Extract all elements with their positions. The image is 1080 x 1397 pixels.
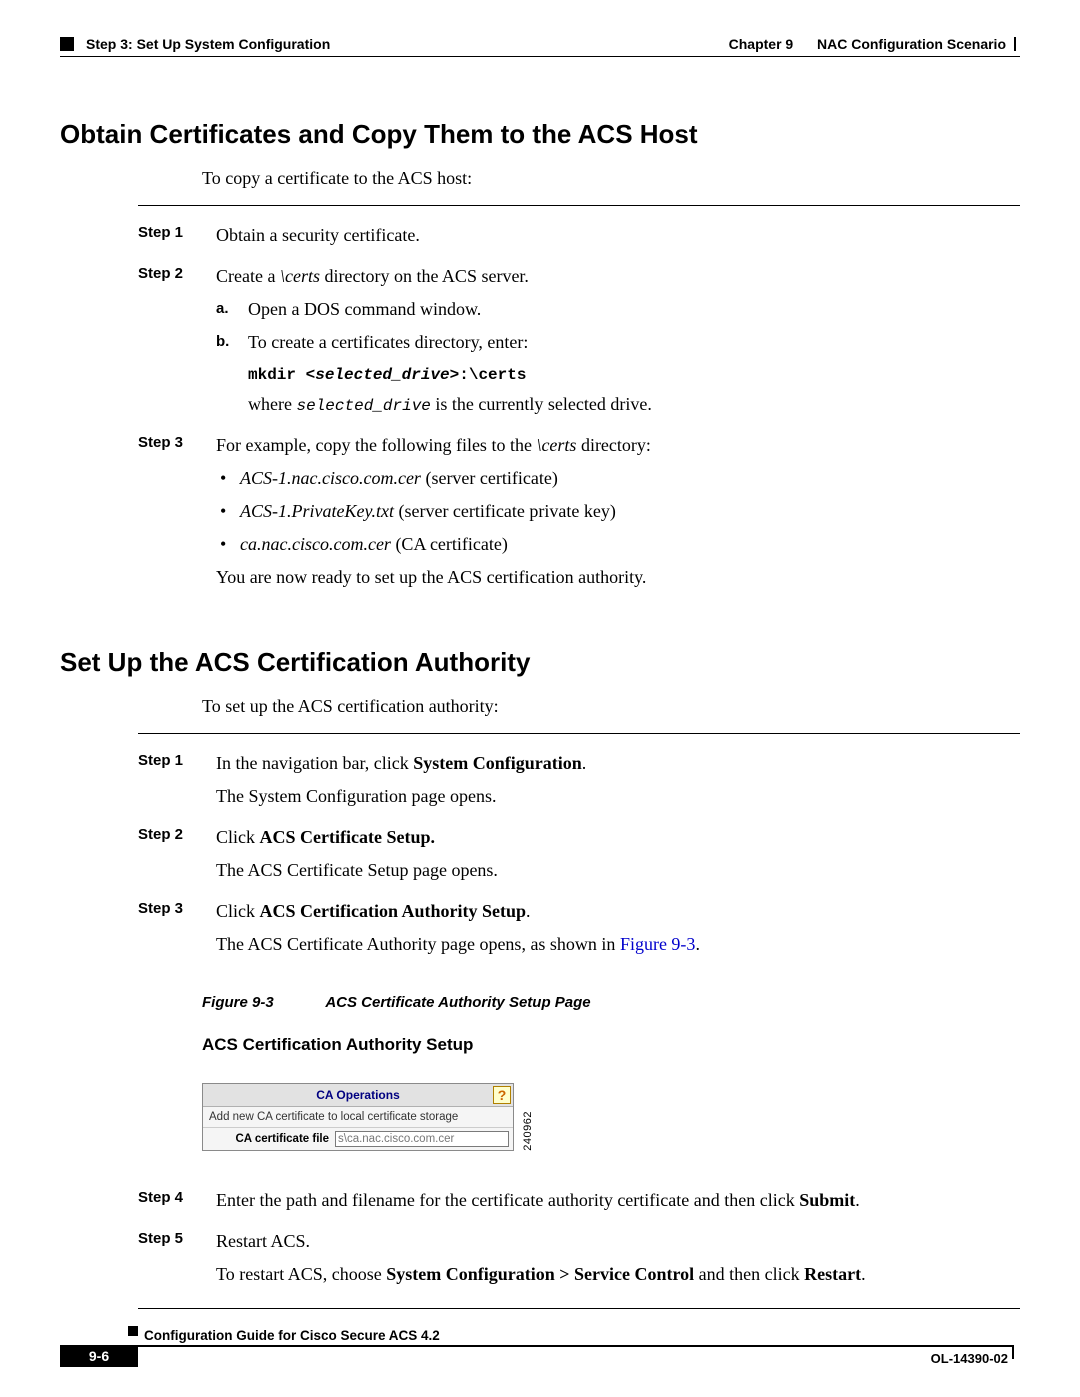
- figure-caption: Figure 9-3 ACS Certificate Authority Set…: [202, 994, 1020, 1011]
- section-heading-setup-ca: Set Up the ACS Certification Authority: [60, 647, 1020, 678]
- footer-end-marker-icon: [1012, 1345, 1020, 1359]
- figure-image-id: 240962: [522, 1111, 534, 1151]
- ca-panel-title: CA Operations ?: [203, 1084, 513, 1107]
- figure-link[interactable]: Figure 9-3: [620, 934, 696, 954]
- cert-file-item: ACS-1.nac.cisco.com.cer (server certific…: [216, 465, 1020, 492]
- step-row: Step 3 For example, copy the following f…: [138, 432, 1020, 597]
- s2-step3-result: The ACS Certificate Authority page opens…: [216, 931, 1020, 958]
- footer-guide-title: Configuration Guide for Cisco Secure ACS…: [144, 1328, 1020, 1343]
- step-label: Step 2: [138, 263, 194, 282]
- s2-step2-result: The ACS Certificate Setup page opens.: [216, 857, 1020, 884]
- mkdir-cmd-pre: mkdir <: [248, 366, 315, 384]
- step2-text: Create a \certs directory on the ACS ser…: [216, 263, 1020, 290]
- step-row: Step 2 Create a \certs directory on the …: [138, 263, 1020, 424]
- section-heading-obtain-certs: Obtain Certificates and Copy Them to the…: [60, 119, 1020, 150]
- step-label: Step 4: [138, 1187, 194, 1206]
- steps-top-rule-2: [138, 733, 1020, 734]
- figure-number: Figure 9-3: [202, 994, 274, 1011]
- ca-file-label: CA certificate file: [209, 1133, 335, 1145]
- help-icon[interactable]: ?: [493, 1086, 511, 1104]
- step-label: Step 3: [138, 898, 194, 917]
- step1-text: Obtain a security certificate.: [216, 222, 1020, 249]
- ui-heading: ACS Certification Authority Setup: [202, 1035, 1020, 1055]
- header-end-marker-icon: [1014, 37, 1020, 51]
- step-label: Step 1: [138, 222, 194, 241]
- header-chapter: Chapter 9: [729, 36, 794, 52]
- step-label: Step 1: [138, 750, 194, 769]
- page-header: Step 3: Set Up System Configuration Chap…: [60, 36, 1020, 52]
- footer-page-number: 9-6: [60, 1345, 138, 1367]
- step-row: Step 1 In the navigation bar, click Syst…: [138, 750, 1020, 816]
- s2-step1-result: The System Configuration page opens.: [216, 783, 1020, 810]
- header-chapter-title: NAC Configuration Scenario: [817, 36, 1006, 52]
- mkdir-cmd-post: >:\certs: [450, 366, 527, 384]
- step-row: Step 1 Obtain a security certificate.: [138, 222, 1020, 255]
- step-label: Step 5: [138, 1228, 194, 1247]
- ca-file-input[interactable]: [335, 1131, 509, 1147]
- step-label: Step 2: [138, 824, 194, 843]
- step-row: Step 4 Enter the path and filename for t…: [138, 1187, 1020, 1220]
- step-label: Step 3: [138, 432, 194, 451]
- step3-text: For example, copy the following files to…: [216, 432, 1020, 459]
- cert-file-item: ACS-1.PrivateKey.txt (server certificate…: [216, 498, 1020, 525]
- page-footer: Configuration Guide for Cisco Secure ACS…: [60, 1328, 1020, 1367]
- mkdir-cmd-var: selected_drive: [315, 366, 449, 384]
- s2-step5-restart: To restart ACS, choose System Configurat…: [216, 1261, 1020, 1288]
- section2-intro: To set up the ACS certification authorit…: [202, 696, 1020, 717]
- s2-step3-text: Click ACS Certification Authority Setup.: [216, 898, 1020, 925]
- footer-doc-id: OL-14390-02: [931, 1351, 1008, 1366]
- substep-b-text: To create a certificates directory, ente…: [248, 329, 1020, 356]
- substep-a-text: Open a DOS command window.: [248, 296, 1020, 323]
- s2-step4-text: Enter the path and filename for the cert…: [216, 1187, 1020, 1214]
- step-row: Step 5 Restart ACS. To restart ACS, choo…: [138, 1228, 1020, 1294]
- s2-step5-text: Restart ACS.: [216, 1228, 1020, 1255]
- substep-letter: a.: [216, 296, 234, 323]
- cert-file-item: ca.nac.cisco.com.cer (CA certificate): [216, 531, 1020, 558]
- footer-marker-icon: [128, 1326, 138, 1336]
- header-marker-icon: [60, 37, 74, 51]
- step-row: Step 2 Click ACS Certificate Setup. The …: [138, 824, 1020, 890]
- section1-intro: To copy a certificate to the ACS host:: [202, 168, 1020, 189]
- figure-title: ACS Certificate Authority Setup Page: [325, 994, 590, 1011]
- s2-step2-text: Click ACS Certificate Setup.: [216, 824, 1020, 851]
- steps-top-rule: [138, 205, 1020, 206]
- step3-ready: You are now ready to set up the ACS cert…: [216, 564, 1020, 591]
- header-rule: [60, 56, 1020, 57]
- s2-step1-text: In the navigation bar, click System Conf…: [216, 750, 1020, 777]
- steps-bottom-rule: [138, 1308, 1020, 1309]
- header-breadcrumb: Step 3: Set Up System Configuration: [86, 36, 330, 52]
- step-row: Step 3 Click ACS Certification Authority…: [138, 898, 1020, 964]
- ca-panel-desc: Add new CA certificate to local certific…: [203, 1107, 513, 1128]
- substep-letter: b.: [216, 329, 234, 418]
- ca-operations-panel: CA Operations ? Add new CA certificate t…: [202, 1083, 514, 1151]
- ca-operations-panel-wrap: CA Operations ? Add new CA certificate t…: [202, 1083, 1020, 1151]
